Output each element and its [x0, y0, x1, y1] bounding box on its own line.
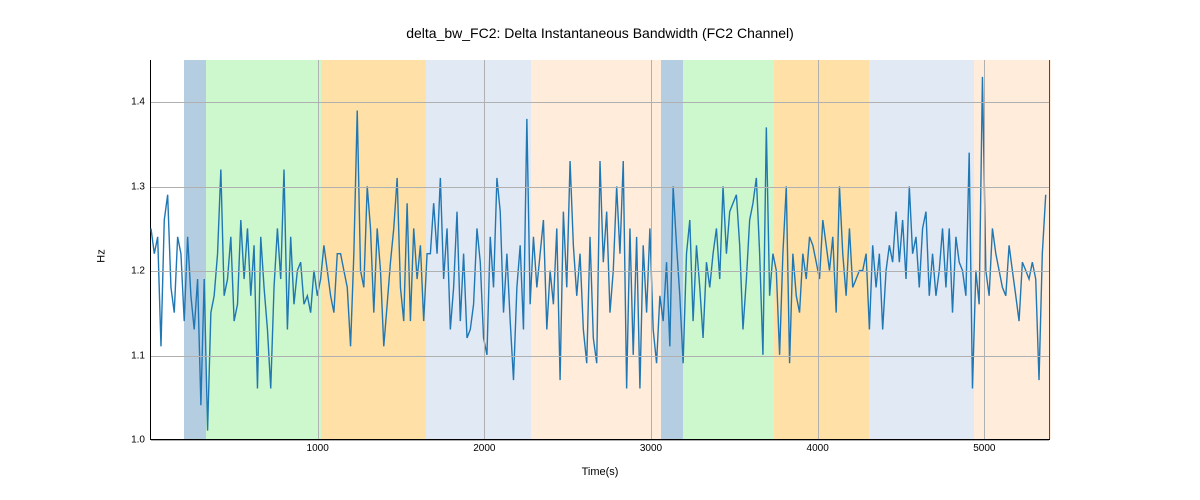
plot-area: 1.01.11.21.31.410002000300040005000: [150, 60, 1050, 440]
x-tick-label: 5000: [973, 443, 995, 454]
gridline-v: [318, 60, 319, 439]
chart-title: delta_bw_FC2: Delta Instantaneous Bandwi…: [0, 25, 1200, 41]
x-tick-label: 4000: [807, 443, 829, 454]
gridline-h: [151, 271, 1049, 272]
chart-container: 1.01.11.21.31.410002000300040005000: [150, 60, 1050, 440]
y-tick-label: 1.4: [131, 97, 145, 108]
gridline-h: [151, 187, 1049, 188]
y-tick-label: 1.1: [131, 350, 145, 361]
y-axis-label: Hz: [96, 249, 108, 262]
x-axis-label: Time(s): [0, 466, 1200, 478]
x-tick-label: 3000: [640, 443, 662, 454]
y-tick-label: 1.0: [131, 435, 145, 446]
gridline-h: [151, 102, 1049, 103]
y-tick-label: 1.3: [131, 181, 145, 192]
gridline-v: [818, 60, 819, 439]
gridline-h: [151, 356, 1049, 357]
data-line: [151, 60, 1049, 439]
gridline-v: [651, 60, 652, 439]
gridline-v: [484, 60, 485, 439]
series-line: [151, 77, 1046, 431]
gridline-h: [151, 440, 1049, 441]
x-tick-label: 2000: [473, 443, 495, 454]
x-tick-label: 1000: [307, 443, 329, 454]
y-tick-label: 1.2: [131, 266, 145, 277]
gridline-v: [984, 60, 985, 439]
